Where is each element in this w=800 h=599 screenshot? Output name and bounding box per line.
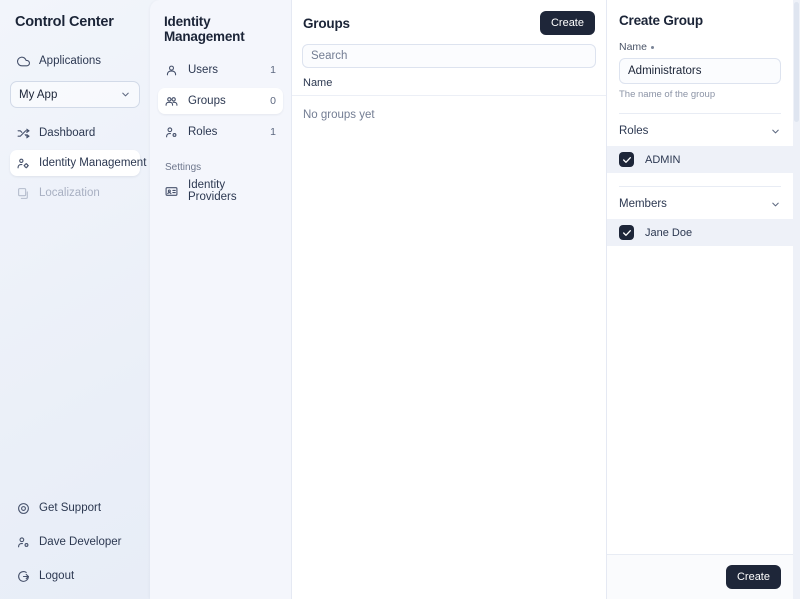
search-input[interactable] (302, 44, 596, 68)
members-section-header[interactable]: Members (607, 187, 793, 219)
user-cog-icon (165, 125, 179, 139)
name-field-hint: The name of the group (619, 89, 716, 100)
identity-section-settings: Settings (165, 162, 202, 173)
scrollbar-thumb[interactable] (794, 2, 799, 122)
role-option-label: ADMIN (645, 153, 681, 166)
sidebar-title: Control Center (15, 14, 114, 30)
form-spacer (607, 246, 793, 268)
sidebar-item-logout-label: Logout (39, 570, 75, 582)
groups-panel-header: Groups Create (292, 0, 606, 35)
identity-item-users[interactable]: Users 1 (158, 57, 283, 83)
app-selector[interactable]: My App (10, 81, 140, 108)
identity-item-users-label: Users (188, 64, 219, 76)
chevron-down-icon (120, 89, 131, 100)
cloud-icon (16, 54, 30, 68)
sidebar-item-user-profile[interactable]: Dave Developer (10, 529, 140, 555)
sidebar-item-get-support-label: Get Support (39, 502, 102, 514)
user-icon (165, 63, 179, 77)
sidebar: Control Center Applications My App Dashb… (0, 0, 150, 599)
identity-item-roles-count: 1 (270, 126, 276, 138)
identity-management-panel: Identity Management Users 1 Groups 0 Rol… (150, 0, 292, 599)
translate-icon (16, 186, 30, 200)
sidebar-item-logout[interactable]: Logout (10, 563, 140, 589)
sidebar-item-dashboard-label: Dashboard (39, 127, 96, 139)
members-section-label: Members (619, 198, 667, 210)
required-indicator-icon (651, 45, 655, 49)
create-group-footer: Create (607, 554, 793, 599)
name-field-wrapper (607, 53, 793, 84)
roles-section-label: Roles (619, 125, 649, 137)
submit-create-group-button[interactable]: Create (725, 565, 781, 589)
sidebar-item-applications-label: Applications (39, 55, 102, 67)
app-selector-value: My App (19, 88, 58, 101)
sidebar-item-identity-management[interactable]: Identity Management (10, 150, 146, 176)
roles-section-header[interactable]: Roles (607, 114, 793, 146)
sidebar-item-identity-management-label: Identity Management (39, 157, 147, 169)
sidebar-footer: Get Support Dave Developer Logout (10, 487, 140, 599)
create-group-panel: Create Group Name The name of the group … (607, 0, 793, 599)
id-card-icon (165, 184, 179, 198)
vertical-scrollbar[interactable] (793, 0, 800, 599)
identity-item-groups-label: Groups (188, 95, 226, 107)
identity-item-identity-providers-label: Identity Providers (188, 179, 237, 203)
app-window: Control Center Applications My App Dashb… (0, 0, 800, 599)
page-title: Groups (303, 15, 350, 31)
user-cog-icon (16, 535, 30, 549)
identity-item-roles-label: Roles (188, 126, 218, 138)
identity-panel-title: Identity Management (164, 14, 245, 44)
lifebuoy-icon (16, 501, 30, 515)
sidebar-item-get-support[interactable]: Get Support (10, 495, 140, 521)
create-group-title: Create Group (619, 13, 703, 28)
identity-item-identity-providers[interactable]: Identity Providers (158, 178, 283, 204)
create-group-button[interactable]: Create (539, 11, 595, 35)
groups-column-header-name: Name (292, 77, 606, 96)
groups-empty-message: No groups yet (303, 109, 375, 121)
checkbox-checked-icon[interactable] (619, 225, 634, 240)
users-group-icon (165, 94, 179, 108)
sidebar-item-user-profile-label: Dave Developer (39, 536, 122, 548)
checkbox-checked-icon[interactable] (619, 152, 634, 167)
group-name-input[interactable] (619, 58, 781, 84)
identity-item-roles[interactable]: Roles 1 (158, 119, 283, 145)
logout-icon (16, 569, 30, 583)
name-field-label: Name (607, 28, 793, 53)
groups-panel: Groups Create Name No groups yet (292, 0, 607, 599)
groups-search-wrapper (292, 35, 606, 68)
create-group-form: Create Group Name The name of the group … (607, 0, 793, 554)
identity-item-users-count: 1 (270, 64, 276, 76)
chevron-down-icon (770, 126, 781, 137)
member-option-label: Jane Doe (645, 226, 693, 239)
role-option-row[interactable]: ADMIN (607, 146, 793, 173)
sidebar-item-applications[interactable]: Applications (10, 48, 140, 74)
sidebar-item-localization-label: Localization (39, 187, 100, 199)
member-option-row[interactable]: Jane Doe (607, 219, 793, 246)
activity-icon (16, 126, 30, 140)
users-cog-icon (16, 156, 30, 170)
sidebar-item-dashboard[interactable]: Dashboard (10, 120, 140, 146)
identity-item-groups[interactable]: Groups 0 (158, 88, 283, 114)
sidebar-item-localization[interactable]: Localization (10, 180, 140, 206)
chevron-down-icon (770, 199, 781, 210)
name-field-label-text: Name (619, 41, 648, 53)
identity-item-groups-count: 0 (270, 95, 276, 107)
